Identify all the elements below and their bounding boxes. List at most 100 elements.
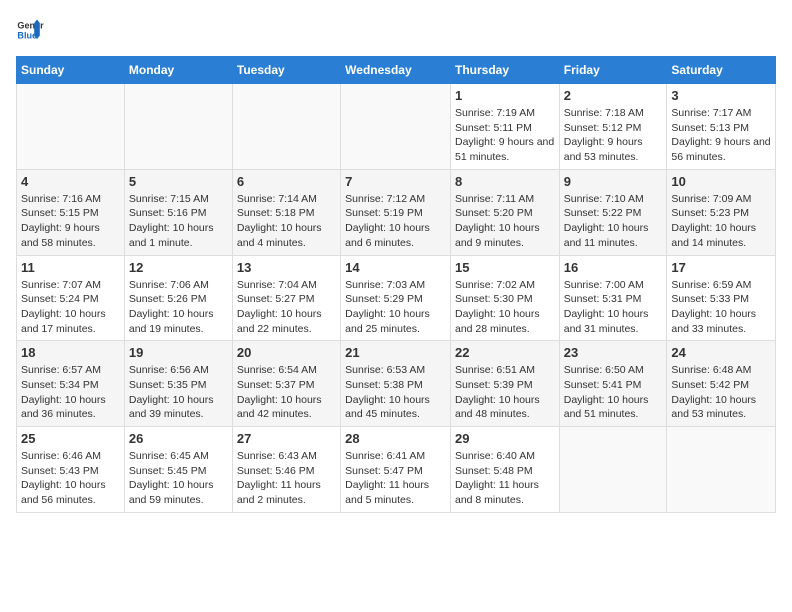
- calendar-header-row: SundayMondayTuesdayWednesdayThursdayFrid…: [17, 57, 776, 84]
- day-info: Sunrise: 6:48 AMSunset: 5:42 PMDaylight:…: [671, 363, 771, 422]
- day-info: Sunrise: 7:14 AMSunset: 5:18 PMDaylight:…: [237, 192, 336, 251]
- day-info: Sunrise: 6:59 AMSunset: 5:33 PMDaylight:…: [671, 278, 771, 337]
- day-number: 16: [564, 260, 663, 275]
- calendar-cell: [124, 84, 232, 170]
- calendar-cell: 25 Sunrise: 6:46 AMSunset: 5:43 PMDayligh…: [17, 427, 125, 513]
- calendar-cell: 22Sunrise: 6:51 AMSunset: 5:39 PMDayligh…: [450, 341, 559, 427]
- calendar-week-3: 11 Sunrise: 7:07 AMSunset: 5:24 PMDayligh…: [17, 255, 776, 341]
- day-number: 21: [345, 345, 446, 360]
- day-info: Sunrise: 7:02 AMSunset: 5:30 PMDaylight:…: [455, 278, 555, 337]
- calendar-cell: 14 Sunrise: 7:03 AMSunset: 5:29 PMDayligh…: [341, 255, 451, 341]
- day-info: Sunrise: 7:09 AMSunset: 5:23 PMDaylight:…: [671, 192, 771, 251]
- day-number: 2: [564, 88, 663, 103]
- calendar-cell: 10 Sunrise: 7:09 AMSunset: 5:23 PMDayligh…: [667, 169, 776, 255]
- header-monday: Monday: [124, 57, 232, 84]
- calendar-cell: 29Sunrise: 6:40 AMSunset: 5:48 PMDayligh…: [450, 427, 559, 513]
- day-number: 1: [455, 88, 555, 103]
- day-number: 12: [129, 260, 228, 275]
- day-info: Sunrise: 7:03 AMSunset: 5:29 PMDaylight:…: [345, 278, 446, 337]
- calendar-cell: 15 Sunrise: 7:02 AMSunset: 5:30 PMDayligh…: [450, 255, 559, 341]
- day-number: 25: [21, 431, 120, 446]
- calendar-cell: [559, 427, 667, 513]
- header-friday: Friday: [559, 57, 667, 84]
- day-info: Sunrise: 6:50 AMSunset: 5:41 PMDaylight:…: [564, 363, 663, 422]
- day-number: 3: [671, 88, 771, 103]
- day-number: 28: [345, 431, 446, 446]
- day-number: 11: [21, 260, 120, 275]
- day-number: 5: [129, 174, 228, 189]
- header-tuesday: Tuesday: [232, 57, 340, 84]
- day-number: 17: [671, 260, 771, 275]
- day-info: Sunrise: 6:45 AMSunset: 5:45 PMDaylight:…: [129, 449, 228, 508]
- calendar-cell: 28 Sunrise: 6:41 AMSunset: 5:47 PMDayligh…: [341, 427, 451, 513]
- calendar-cell: 5Sunrise: 7:15 AMSunset: 5:16 PMDaylight…: [124, 169, 232, 255]
- day-info: Sunrise: 6:43 AMSunset: 5:46 PMDaylight:…: [237, 449, 336, 508]
- header-sunday: Sunday: [17, 57, 125, 84]
- calendar-cell: [17, 84, 125, 170]
- day-number: 18: [21, 345, 120, 360]
- day-number: 6: [237, 174, 336, 189]
- calendar-cell: [341, 84, 451, 170]
- calendar-cell: 3 Sunrise: 7:17 AMSunset: 5:13 PMDaylight…: [667, 84, 776, 170]
- day-info: Sunrise: 6:56 AMSunset: 5:35 PMDaylight:…: [129, 363, 228, 422]
- calendar-cell: 17 Sunrise: 6:59 AMSunset: 5:33 PMDayligh…: [667, 255, 776, 341]
- calendar-cell: 11 Sunrise: 7:07 AMSunset: 5:24 PMDayligh…: [17, 255, 125, 341]
- day-info: Sunrise: 7:17 AMSunset: 5:13 PMDaylight:…: [671, 106, 771, 165]
- header-wednesday: Wednesday: [341, 57, 451, 84]
- day-number: 13: [237, 260, 336, 275]
- calendar-cell: 4Sunrise: 7:16 AMSunset: 5:15 PMDaylight…: [17, 169, 125, 255]
- calendar-week-5: 25 Sunrise: 6:46 AMSunset: 5:43 PMDayligh…: [17, 427, 776, 513]
- calendar-cell: 24 Sunrise: 6:48 AMSunset: 5:42 PMDayligh…: [667, 341, 776, 427]
- day-info: Sunrise: 7:07 AMSunset: 5:24 PMDaylight:…: [21, 278, 120, 337]
- day-info: Sunrise: 6:46 AMSunset: 5:43 PMDaylight:…: [21, 449, 120, 508]
- calendar-cell: [667, 427, 776, 513]
- day-number: 15: [455, 260, 555, 275]
- calendar-cell: 21Sunrise: 6:53 AMSunset: 5:38 PMDayligh…: [341, 341, 451, 427]
- calendar-table: SundayMondayTuesdayWednesdayThursdayFrid…: [16, 56, 776, 513]
- day-info: Sunrise: 7:18 AMSunset: 5:12 PMDaylight:…: [564, 106, 663, 165]
- day-number: 7: [345, 174, 446, 189]
- day-number: 24: [671, 345, 771, 360]
- calendar-cell: 12 Sunrise: 7:06 AMSunset: 5:26 PMDayligh…: [124, 255, 232, 341]
- calendar-cell: 9 Sunrise: 7:10 AMSunset: 5:22 PMDaylight…: [559, 169, 667, 255]
- day-number: 20: [237, 345, 336, 360]
- calendar-cell: 2 Sunrise: 7:18 AMSunset: 5:12 PMDaylight…: [559, 84, 667, 170]
- day-number: 10: [671, 174, 771, 189]
- day-number: 14: [345, 260, 446, 275]
- calendar-week-4: 18 Sunrise: 6:57 AMSunset: 5:34 PMDayligh…: [17, 341, 776, 427]
- header-saturday: Saturday: [667, 57, 776, 84]
- day-number: 23: [564, 345, 663, 360]
- calendar-cell: 26 Sunrise: 6:45 AMSunset: 5:45 PMDayligh…: [124, 427, 232, 513]
- header-thursday: Thursday: [450, 57, 559, 84]
- day-number: 8: [455, 174, 555, 189]
- day-info: Sunrise: 7:04 AMSunset: 5:27 PMDaylight:…: [237, 278, 336, 337]
- calendar-week-2: 4Sunrise: 7:16 AMSunset: 5:15 PMDaylight…: [17, 169, 776, 255]
- calendar-cell: 1 Sunrise: 7:19 AMSunset: 5:11 PMDaylight…: [450, 84, 559, 170]
- day-info: Sunrise: 7:19 AMSunset: 5:11 PMDaylight:…: [455, 106, 555, 165]
- calendar-week-1: 1 Sunrise: 7:19 AMSunset: 5:11 PMDaylight…: [17, 84, 776, 170]
- logo-icon: General Blue: [16, 16, 44, 44]
- calendar-cell: 20 Sunrise: 6:54 AMSunset: 5:37 PMDayligh…: [232, 341, 340, 427]
- day-number: 22: [455, 345, 555, 360]
- calendar-cell: 16 Sunrise: 7:00 AMSunset: 5:31 PMDayligh…: [559, 255, 667, 341]
- calendar-cell: 6 Sunrise: 7:14 AMSunset: 5:18 PMDaylight…: [232, 169, 340, 255]
- calendar-cell: 23 Sunrise: 6:50 AMSunset: 5:41 PMDayligh…: [559, 341, 667, 427]
- day-number: 29: [455, 431, 555, 446]
- day-info: Sunrise: 6:57 AMSunset: 5:34 PMDaylight:…: [21, 363, 120, 422]
- calendar-cell: 8Sunrise: 7:11 AMSunset: 5:20 PMDaylight…: [450, 169, 559, 255]
- day-info: Sunrise: 7:12 AMSunset: 5:19 PMDaylight:…: [345, 192, 446, 251]
- svg-text:Blue: Blue: [17, 30, 37, 40]
- day-info: Sunrise: 7:00 AMSunset: 5:31 PMDaylight:…: [564, 278, 663, 337]
- day-info: Sunrise: 7:16 AMSunset: 5:15 PMDaylight:…: [21, 192, 120, 251]
- day-info: Sunrise: 7:10 AMSunset: 5:22 PMDaylight:…: [564, 192, 663, 251]
- day-info: Sunrise: 7:06 AMSunset: 5:26 PMDaylight:…: [129, 278, 228, 337]
- day-number: 19: [129, 345, 228, 360]
- day-info: Sunrise: 6:54 AMSunset: 5:37 PMDaylight:…: [237, 363, 336, 422]
- calendar-cell: [232, 84, 340, 170]
- calendar-cell: 7 Sunrise: 7:12 AMSunset: 5:19 PMDaylight…: [341, 169, 451, 255]
- calendar-cell: 27Sunrise: 6:43 AMSunset: 5:46 PMDayligh…: [232, 427, 340, 513]
- day-info: Sunrise: 6:41 AMSunset: 5:47 PMDaylight:…: [345, 449, 446, 508]
- day-number: 9: [564, 174, 663, 189]
- calendar-cell: 18 Sunrise: 6:57 AMSunset: 5:34 PMDayligh…: [17, 341, 125, 427]
- day-number: 26: [129, 431, 228, 446]
